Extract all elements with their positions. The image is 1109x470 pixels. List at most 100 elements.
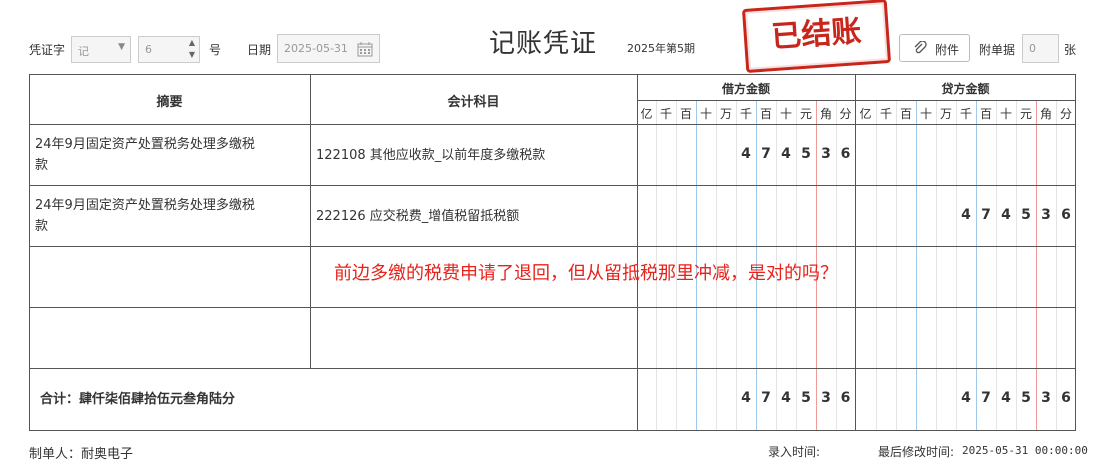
calendar-icon[interactable] [357,41,373,57]
row2-account-cell[interactable]: 222126 应交税费_增值税留抵税额 [316,206,519,227]
credit-unit-header: 亿 [859,107,872,121]
modified-time-label: 最后修改时间: [878,445,955,459]
row1-debit-digit: 6 [840,146,851,162]
row2-credit-digit: 4 [961,207,971,223]
total-credit-digit: 3 [1041,390,1051,406]
row1-summary-line2: 款 [35,158,49,173]
col-header-account: 会计科目 [447,95,500,110]
stepper-up-icon[interactable]: ▲ [189,38,195,47]
total-debit-digit: 4 [741,390,751,406]
row2-summary-line2: 款 [35,219,49,234]
voucher-number-value: 6 [145,43,152,56]
voucher-word-value: 记 [78,45,89,58]
row1-debit-digit: 3 [821,146,831,162]
row-divider [29,246,1076,247]
col-header-debit: 借方金额 [721,82,770,96]
period-label: 2025年第5期 [627,42,695,55]
credit-unit-header: 分 [1059,107,1072,121]
voucher-word-label: 凭证字 [29,43,66,57]
credit-unit-header: 千 [959,107,972,121]
voucher-word-select[interactable]: 记 ▼ [71,36,131,63]
amount-grid-line [876,101,877,430]
col-header-credit: 贷方金额 [941,82,990,96]
row4-account-cell[interactable] [311,308,637,368]
modified-time-value: 2025-05-31 00:00:00 [962,444,1088,457]
debit-unit-header: 元 [799,107,812,121]
row2-credit-digit: 7 [981,207,991,223]
row2-credit-digit: 5 [1021,207,1031,223]
date-value: 2025-05-31 [284,42,348,55]
amount-grid-line [1036,101,1037,430]
attachment-button-label: 附件 [935,43,960,57]
total-credit-digit: 5 [1021,390,1031,406]
row1-debit-digit: 4 [741,146,751,162]
total-credit-digit: 7 [981,390,991,406]
total-credit-digit: 4 [1001,390,1011,406]
date-field[interactable]: 2025-05-31 [277,34,380,63]
col-divider [855,74,856,431]
total-debit-digit: 5 [801,390,811,406]
total-label: 合计：肆仟柒佰肆拾伍元叁角陆分 [40,392,236,407]
maker-label: 制单人：耐奥电子 [29,447,134,462]
debit-unit-header: 角 [819,107,832,121]
amount-grid-line [996,101,997,430]
attach-count-label: 附单据 [979,43,1016,57]
row2-summary-line1: 24年9月固定资产处置税务处理多缴税 [35,198,255,213]
debit-unit-header: 百 [759,107,772,121]
entry-time-label: 录入时间: [768,445,821,459]
debit-unit-header: 百 [679,107,692,121]
credit-unit-header: 角 [1039,107,1052,121]
debit-unit-header: 千 [739,107,752,121]
row1-debit-digit: 4 [781,146,791,162]
amount-grid-line [976,101,977,430]
date-label: 日期 [247,43,272,57]
total-debit-digit: 3 [821,390,831,406]
total-credit-digit: 6 [1061,390,1071,406]
amount-grid-line [896,101,897,430]
row-divider [29,124,1076,125]
row1-summary-cell[interactable]: 24年9月固定资产处置税务处理多缴税 款 [35,134,305,176]
amount-grid-line [1056,101,1057,430]
total-credit-digit: 4 [961,390,971,406]
attachment-button[interactable]: 附件 [899,34,970,62]
total-debit-digit: 6 [840,390,851,406]
col-header-summary: 摘要 [156,95,183,110]
annotation-text: 前边多缴的税费申请了退回，但从留抵税那里冲减，是对的吗？ [334,263,838,284]
debit-unit-header: 亿 [640,107,653,121]
row1-account-cell[interactable]: 122108 其他应收款_以前年度多缴税款 [316,145,545,166]
paperclip-icon [914,41,927,54]
debit-unit-header: 十 [779,107,792,121]
debit-unit-header: 分 [839,107,852,121]
debit-unit-header: 万 [719,107,732,121]
row2-credit-digit: 6 [1061,207,1071,223]
attach-count-input[interactable]: 0 [1022,34,1059,63]
voucher-number-stepper[interactable]: 6 ▲ ▼ [138,36,200,63]
debit-unit-header: 十 [699,107,712,121]
total-debit-digit: 7 [761,390,771,406]
credit-unit-header: 万 [939,107,952,121]
credit-unit-header: 千 [879,107,892,121]
credit-unit-header: 百 [899,107,912,121]
amount-grid-line [916,101,917,430]
credit-unit-header: 十 [919,107,932,121]
attach-count-value: 0 [1029,42,1036,55]
row4-summary-cell[interactable] [30,308,310,368]
amount-grid-line [936,101,937,430]
row2-credit-digit: 4 [1001,207,1011,223]
chevron-down-icon: ▼ [118,42,125,52]
row1-debit-digit: 7 [761,146,771,162]
row1-summary-line1: 24年9月固定资产处置税务处理多缴税 [35,137,255,152]
col-divider [637,74,638,431]
stepper-down-icon[interactable]: ▼ [189,50,195,59]
page-title: 记账凭证 [489,29,598,59]
row2-summary-cell[interactable]: 24年9月固定资产处置税务处理多缴税 款 [35,195,305,237]
amount-grid-line [956,101,957,430]
total-debit-digit: 4 [781,390,791,406]
credit-unit-header: 元 [1019,107,1032,121]
amount-grid-line [1016,101,1017,430]
attach-count-suffix: 张 [1064,43,1077,57]
header-sub-divider [637,100,1076,101]
voucher-number-suffix: 号 [209,43,222,57]
row-divider [29,368,1076,369]
debit-unit-header: 千 [659,107,672,121]
